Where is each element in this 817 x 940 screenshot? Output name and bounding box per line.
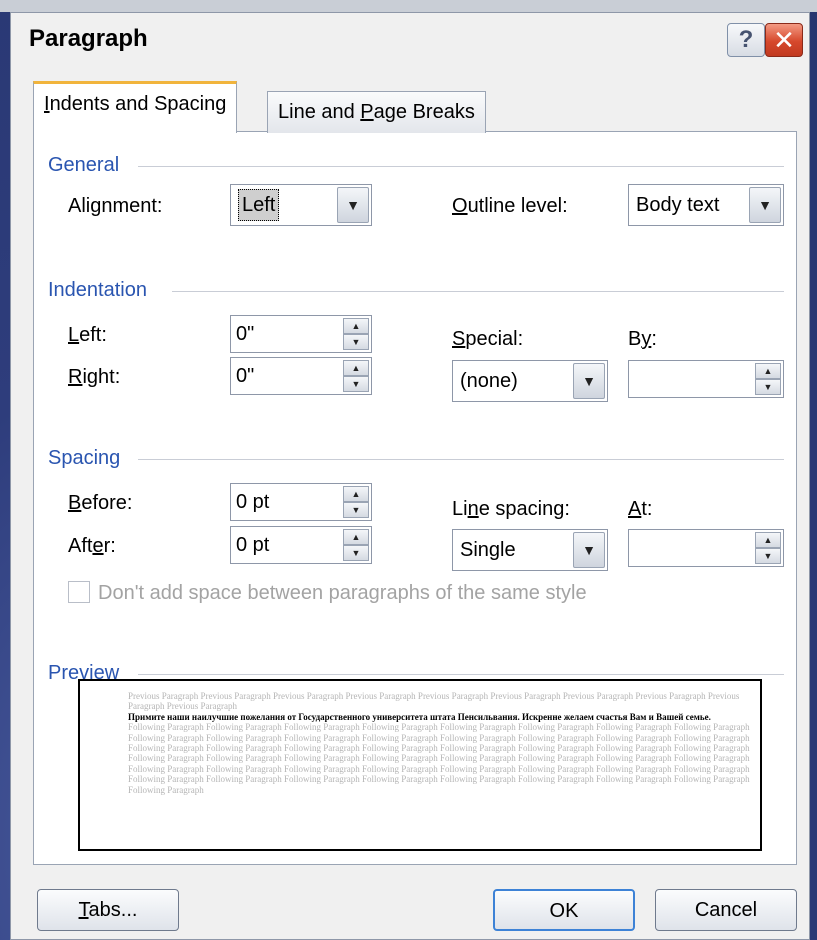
spin-up-icon[interactable]: ▲ — [343, 318, 369, 334]
spin-up-icon[interactable]: ▲ — [755, 532, 781, 548]
general-heading: General — [48, 154, 120, 176]
after-label: After: — [68, 535, 116, 557]
tab-label-accel: P — [360, 101, 374, 123]
before-spinner[interactable]: 0 pt ▲ ▼ — [230, 483, 372, 521]
indentation-heading: Indentation — [48, 279, 147, 301]
tab-panel: General Alignment: Left ▼ Outline level:… — [33, 131, 797, 865]
spin-up-icon[interactable]: ▲ — [343, 486, 369, 502]
indent-left-value: 0" — [236, 323, 255, 345]
section-divider — [172, 291, 784, 292]
preview-box: Previous Paragraph Previous Paragraph Pr… — [78, 679, 762, 851]
tab-label: Line and — [278, 101, 361, 123]
section-divider — [138, 459, 784, 460]
at-label: At: — [628, 498, 653, 520]
spin-down-icon[interactable]: ▼ — [343, 502, 369, 518]
cancel-button[interactable]: Cancel — [655, 889, 797, 931]
alignment-label: Alignment: — [68, 195, 163, 217]
line-spacing-select[interactable]: Single ▼ — [452, 529, 608, 571]
special-select[interactable]: (none) ▼ — [452, 360, 608, 402]
tab-label: age Breaks — [373, 101, 475, 123]
spin-down-icon[interactable]: ▼ — [755, 548, 781, 564]
spinner-buttons: ▲ ▼ — [343, 486, 369, 518]
help-icon: ? — [738, 26, 754, 53]
ok-button[interactable]: OK — [493, 889, 635, 931]
line-spacing-value: Single — [460, 539, 516, 561]
tabs-button[interactable]: Tabs... — [37, 889, 179, 931]
spinner-buttons: ▲ ▼ — [755, 363, 781, 395]
spin-up-icon[interactable]: ▲ — [755, 363, 781, 379]
at-spinner[interactable]: ▲ ▼ — [628, 529, 784, 567]
paragraph-dialog: Paragraph ? ✕ Indents and Spacing Line a… — [10, 12, 810, 940]
spinner-buttons: ▲ ▼ — [343, 360, 369, 392]
preview-current-paragraph: Примите наши наилучшие пожелания от Госу… — [128, 711, 711, 722]
by-label: By: — [628, 328, 657, 350]
screen-top-strip — [0, 0, 817, 12]
tab-line-and-page-breaks[interactable]: Line and Page Breaks — [267, 91, 486, 133]
special-label: Special: — [452, 328, 524, 350]
tab-indents-and-spacing[interactable]: Indents and Spacing — [33, 81, 238, 133]
chevron-down-icon[interactable]: ▼ — [573, 532, 605, 568]
spinner-buttons: ▲ ▼ — [343, 318, 369, 350]
spin-up-icon[interactable]: ▲ — [343, 360, 369, 376]
preview-following-paragraph: Following Paragraph Following Paragraph … — [128, 722, 750, 795]
close-button[interactable]: ✕ — [765, 23, 803, 57]
outline-level-value: Body text — [636, 194, 720, 216]
spinner-buttons: ▲ ▼ — [755, 532, 781, 564]
title-bar: Paragraph ? ✕ — [11, 13, 809, 71]
window-title: Paragraph — [29, 25, 148, 52]
indent-right-label: Right: — [68, 366, 121, 388]
tab-label: ndents and Spacing — [49, 93, 227, 115]
chevron-down-icon[interactable]: ▼ — [573, 363, 605, 399]
spin-down-icon[interactable]: ▼ — [755, 379, 781, 395]
spin-up-icon[interactable]: ▲ — [343, 529, 369, 545]
by-spinner[interactable]: ▲ ▼ — [628, 360, 784, 398]
alignment-select[interactable]: Left ▼ — [230, 184, 372, 226]
outline-level-select[interactable]: Body text ▼ — [628, 184, 784, 226]
before-label: Before: — [68, 492, 133, 514]
spacing-heading: Spacing — [48, 447, 121, 469]
spin-down-icon[interactable]: ▼ — [343, 545, 369, 561]
alignment-value: Left — [238, 189, 280, 221]
chevron-down-icon[interactable]: ▼ — [337, 187, 369, 223]
chevron-down-icon[interactable]: ▼ — [749, 187, 781, 223]
after-spinner[interactable]: 0 pt ▲ ▼ — [230, 526, 372, 564]
indent-right-spinner[interactable]: 0" ▲ ▼ — [230, 357, 372, 395]
section-divider — [138, 166, 784, 167]
close-icon: ✕ — [773, 25, 795, 55]
after-value: 0 pt — [236, 534, 270, 556]
spin-down-icon[interactable]: ▼ — [343, 376, 369, 392]
outline-level-label: Outline level: — [452, 195, 568, 217]
dont-add-space-label: Don't add space between paragraphs of th… — [98, 582, 587, 604]
special-value: (none) — [460, 370, 518, 392]
indent-left-spinner[interactable]: 0" ▲ ▼ — [230, 315, 372, 353]
dont-add-space-checkbox[interactable] — [68, 581, 90, 603]
section-divider — [138, 674, 784, 675]
spinner-buttons: ▲ ▼ — [343, 529, 369, 561]
indent-left-label: Left: — [68, 324, 107, 346]
line-spacing-label: Line spacing: — [452, 498, 570, 520]
before-value: 0 pt — [236, 491, 270, 513]
indent-right-value: 0" — [236, 365, 255, 387]
preview-previous-paragraph: Previous Paragraph Previous Paragraph Pr… — [128, 691, 740, 712]
spin-down-icon[interactable]: ▼ — [343, 334, 369, 350]
help-button[interactable]: ? — [727, 23, 765, 57]
